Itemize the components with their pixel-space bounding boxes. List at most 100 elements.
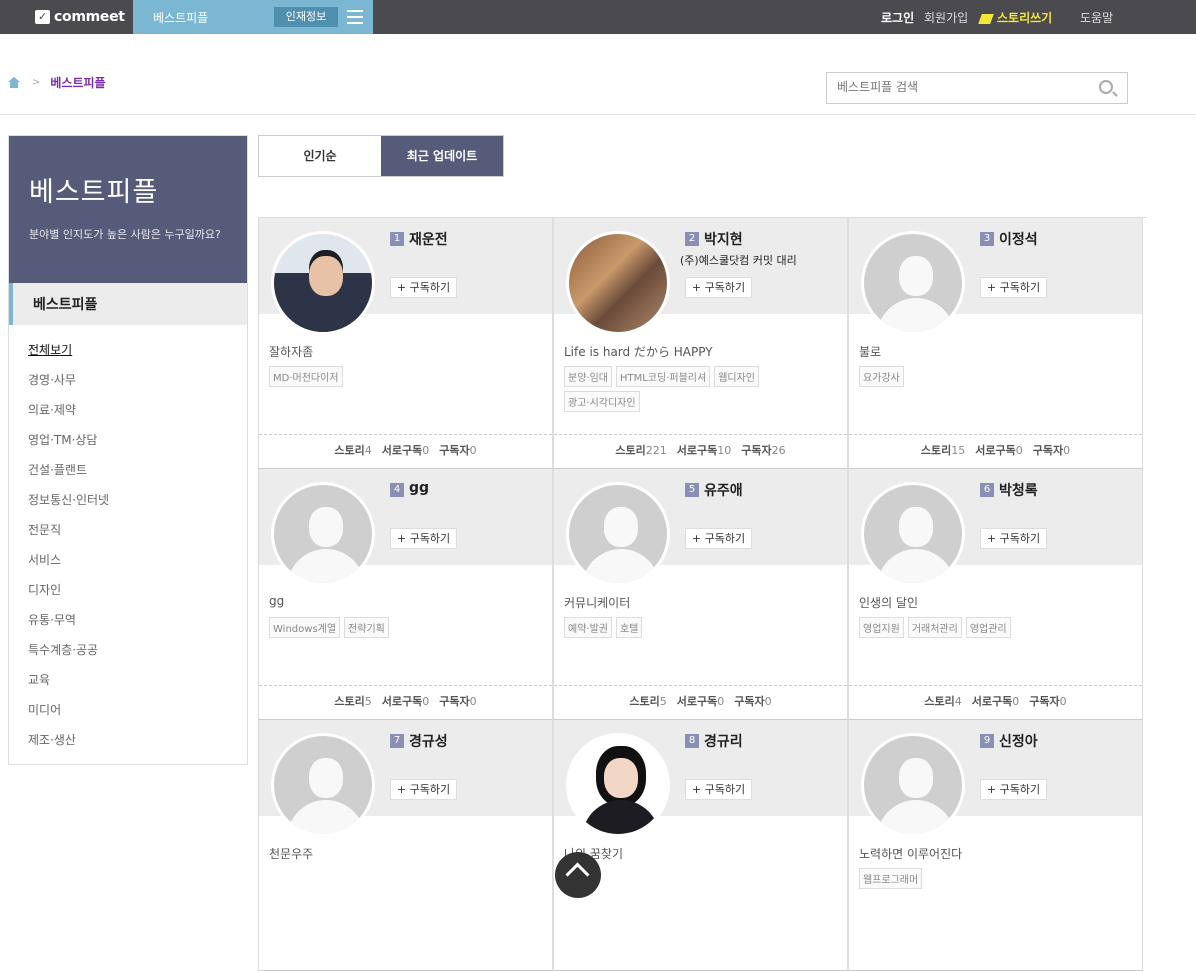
- rank-badge: 3: [980, 232, 994, 246]
- person-card[interactable]: 6 박청록 + 구독하기 인생의 달인 영업지원 거래처관리 영업관리 스토리4 서로구독0 구독…: [848, 469, 1143, 720]
- section-tab-label[interactable]: 베스트피플: [153, 9, 208, 26]
- subscribe-button[interactable]: + 구독하기: [390, 528, 457, 549]
- subscriber-label: 구독자: [439, 695, 470, 708]
- category-item[interactable]: 특수계층·공공: [28, 641, 247, 671]
- logo[interactable]: ✓ commeet: [0, 0, 133, 34]
- join-link[interactable]: 회원가입: [924, 9, 968, 26]
- tag-list: 예약·발권 호텔: [564, 617, 834, 638]
- sort-tabs: 인기순 최근 업데이트: [258, 135, 504, 177]
- person-card[interactable]: 8 경규리 + 구독하기 나의 꿈찾기: [553, 720, 848, 971]
- subscribe-button[interactable]: + 구독하기: [685, 779, 752, 800]
- avatar[interactable]: [566, 733, 670, 837]
- category-item[interactable]: 유통·무역: [28, 611, 247, 641]
- category-item[interactable]: 정보통신·인터넷: [28, 491, 247, 521]
- category-item[interactable]: 교육: [28, 671, 247, 701]
- tag[interactable]: 웹디자인: [714, 366, 760, 387]
- tag[interactable]: 예약·발권: [564, 617, 612, 638]
- login-link[interactable]: 로그인: [881, 9, 914, 26]
- person-name[interactable]: 박지현: [704, 229, 743, 249]
- person-name[interactable]: 이정석: [999, 229, 1038, 249]
- tag[interactable]: 웹프로그래머: [859, 868, 923, 889]
- avatar[interactable]: [271, 733, 375, 837]
- category-item[interactable]: 영업·TM·상담: [28, 431, 247, 461]
- avatar[interactable]: [566, 231, 670, 335]
- subscribe-button[interactable]: + 구독하기: [980, 779, 1047, 800]
- subscriber-count: 0: [764, 695, 772, 708]
- category-item[interactable]: 경영·사무: [28, 371, 247, 401]
- avatar[interactable]: [861, 482, 965, 586]
- home-icon[interactable]: [8, 77, 20, 88]
- person-card[interactable]: 3 이정석 + 구독하기 불로 요가강사 스토리15 서로구독0 구독자0: [848, 218, 1143, 469]
- category-item[interactable]: 서비스: [28, 551, 247, 581]
- mutual-count: 0: [422, 695, 430, 708]
- pencil-icon: [978, 13, 994, 24]
- category-item[interactable]: 전체보기: [28, 341, 247, 371]
- tab-recent[interactable]: 최근 업데이트: [381, 136, 503, 176]
- subscribe-button[interactable]: + 구독하기: [980, 528, 1047, 549]
- mutual-count: 10: [717, 444, 732, 457]
- subscribe-button[interactable]: + 구독하기: [685, 528, 752, 549]
- avatar[interactable]: [861, 231, 965, 335]
- subscribe-button[interactable]: + 구독하기: [390, 779, 457, 800]
- person-card[interactable]: 5 유주애 + 구독하기 커뮤니케이터 예약·발권 호텔 스토리5 서로구독0 구독자0: [553, 469, 848, 720]
- person-card[interactable]: 9 신정아 + 구독하기 노력하면 이루어진다 웹프로그래머: [848, 720, 1143, 971]
- person-card[interactable]: 4 gg + 구독하기 gg Windows계열 전략기획 스토리5 서로구독0 구독자0: [258, 469, 553, 720]
- person-card[interactable]: 2 박지현 (주)예스쿨닷컴 커밋 대리 + 구독하기 Life is hard だから…: [553, 218, 848, 469]
- mutual-count: 0: [717, 695, 725, 708]
- person-intro: gg: [269, 594, 285, 608]
- story-label: 스토리: [924, 695, 955, 708]
- subscribe-button[interactable]: + 구독하기: [685, 277, 752, 298]
- mutual-label: 서로구독: [676, 695, 718, 708]
- tag[interactable]: Windows계열: [269, 617, 341, 638]
- category-item[interactable]: 전문직: [28, 521, 247, 551]
- story-label: 스토리: [334, 695, 365, 708]
- subscribe-button[interactable]: + 구독하기: [980, 277, 1047, 298]
- category-item[interactable]: 제조·생산: [28, 731, 247, 761]
- tag[interactable]: 요가강사: [859, 366, 904, 387]
- person-name[interactable]: 박청록: [999, 480, 1038, 500]
- tag[interactable]: HTML코딩·퍼블리셔: [615, 366, 711, 387]
- card-stats: 스토리4 서로구독0 구독자0: [259, 434, 552, 468]
- category-list: 전체보기 경영·사무 의료·제약 영업·TM·상담 건설·플랜트 정보통신·인터넷 전문직 서…: [9, 325, 247, 761]
- subscribe-label: 구독하기: [999, 532, 1041, 545]
- subscribe-button[interactable]: + 구독하기: [390, 277, 457, 298]
- help-link[interactable]: 도움말: [1080, 9, 1113, 26]
- rank-badge: 1: [390, 232, 404, 246]
- section-tab: 베스트피플 인재정보: [133, 0, 373, 34]
- breadcrumb-current[interactable]: 베스트피플: [50, 74, 105, 91]
- tab-popular[interactable]: 인기순: [259, 136, 381, 176]
- tag[interactable]: 거래처관리: [907, 617, 962, 638]
- person-name[interactable]: 유주애: [704, 480, 743, 500]
- category-item[interactable]: 디자인: [28, 581, 247, 611]
- tag[interactable]: 영업관리: [965, 617, 1011, 638]
- tag[interactable]: 전략기획: [344, 617, 389, 638]
- tag[interactable]: 영업지원: [859, 617, 904, 638]
- search-icon[interactable]: [1099, 80, 1113, 94]
- person-name[interactable]: 경규성: [409, 731, 448, 751]
- tag[interactable]: 호텔: [615, 617, 643, 638]
- avatar[interactable]: [566, 482, 670, 586]
- tag[interactable]: 분양·임대: [564, 366, 612, 387]
- sidebar-section[interactable]: 베스트피플: [9, 283, 247, 325]
- tag[interactable]: 광고·시각디자인: [564, 391, 640, 412]
- category-item[interactable]: 의료·제약: [28, 401, 247, 431]
- talent-info-button[interactable]: 인재정보: [274, 7, 338, 27]
- subscribe-label: 구독하기: [704, 281, 746, 294]
- avatar[interactable]: [271, 482, 375, 586]
- category-item[interactable]: 미디어: [28, 701, 247, 731]
- person-name[interactable]: 경규리: [704, 731, 743, 751]
- person-name[interactable]: 재운전: [409, 229, 448, 249]
- category-item[interactable]: 건설·플랜트: [28, 461, 247, 491]
- tag[interactable]: MD·머천다이저: [269, 366, 343, 387]
- scroll-top-icon[interactable]: [555, 852, 601, 898]
- person-card[interactable]: 1 재운전 + 구독하기 잘하자좀 MD·머천다이저 스토리4 서로구독0 구독자0: [258, 218, 553, 469]
- card-stats: 스토리5 서로구독0 구독자0: [259, 685, 552, 719]
- avatar[interactable]: [861, 733, 965, 837]
- person-name[interactable]: gg: [409, 480, 429, 496]
- search-input[interactable]: [837, 80, 1087, 94]
- menu-icon[interactable]: [347, 10, 363, 24]
- person-name[interactable]: 신정아: [999, 731, 1038, 751]
- avatar[interactable]: [271, 231, 375, 335]
- person-card[interactable]: 7 경규성 + 구독하기 천문우주: [258, 720, 553, 971]
- write-story-link[interactable]: 스토리쓰기: [978, 9, 1052, 26]
